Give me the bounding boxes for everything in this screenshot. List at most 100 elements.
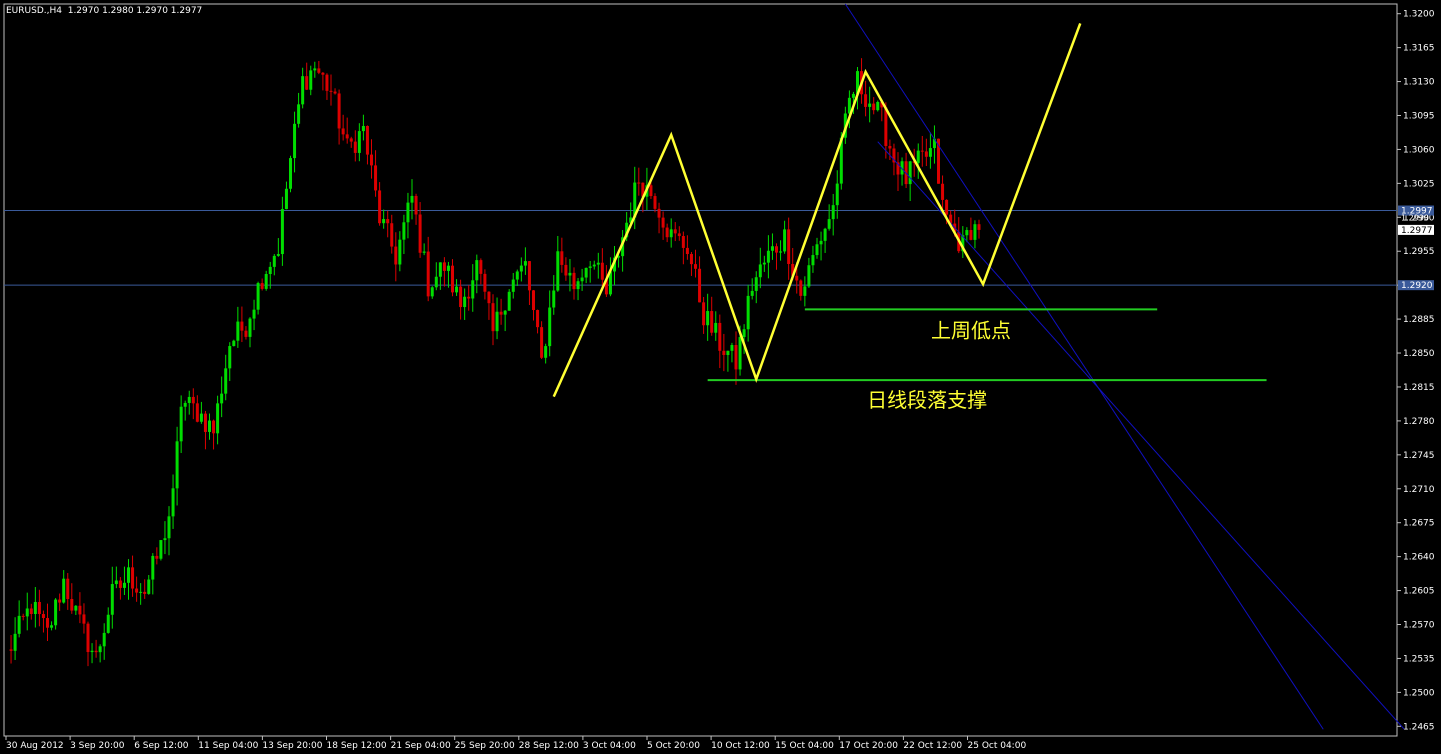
candle-body — [507, 291, 511, 311]
candle-body — [345, 134, 349, 139]
candle-body — [139, 591, 143, 593]
y-tick-label: 1.2605 — [1403, 587, 1435, 597]
candle-body — [928, 148, 932, 157]
x-tick-label: 25 Oct 04:00 — [968, 741, 1027, 751]
level-price-label: 1.2920 — [1401, 281, 1433, 291]
candle-body — [442, 262, 446, 271]
candle-body — [244, 330, 248, 337]
candle-body — [46, 618, 49, 628]
candle-body — [661, 217, 665, 228]
x-tick-label: 21 Sep 04:00 — [391, 741, 451, 751]
candle-body — [208, 420, 211, 432]
candle-body — [317, 68, 321, 73]
candle-body — [519, 265, 523, 272]
y-tick-label: 1.2850 — [1403, 349, 1435, 359]
candle-body — [576, 281, 580, 290]
candle-body — [750, 290, 754, 296]
candle-body — [305, 76, 309, 90]
candle-body — [260, 283, 264, 289]
candle-body — [163, 538, 167, 541]
candle-body — [977, 224, 981, 230]
x-tick-label: 18 Sep 12:00 — [327, 741, 387, 751]
candle-body — [70, 599, 74, 611]
candle-body — [758, 264, 762, 278]
candle-body — [702, 302, 706, 326]
candle-body — [738, 337, 742, 370]
candle-body — [491, 303, 495, 332]
candle-body — [552, 290, 556, 308]
candle-body — [941, 183, 945, 200]
candle-body — [560, 251, 564, 265]
candle-body — [864, 94, 868, 107]
candle-body — [58, 599, 62, 603]
candle-body — [835, 183, 839, 206]
candle-body — [365, 125, 369, 155]
candle-body — [106, 614, 110, 633]
candle-body — [540, 327, 544, 358]
candle-body — [131, 567, 135, 589]
y-tick-label: 1.2885 — [1403, 315, 1435, 325]
candle-body — [669, 229, 673, 238]
candle-body — [179, 406, 183, 442]
candle-body — [41, 614, 45, 619]
x-tick-label: 5 Oct 20:00 — [647, 741, 700, 751]
candle-body — [402, 222, 406, 240]
candle-body — [155, 555, 159, 559]
candle-body — [572, 272, 576, 290]
candle-body — [122, 582, 126, 588]
candle-body — [268, 266, 272, 275]
candle-body — [657, 208, 661, 218]
candle-body — [199, 413, 203, 422]
candle-body — [523, 261, 527, 266]
x-tick-label: 11 Sep 04:00 — [198, 741, 258, 751]
candle-body — [341, 128, 345, 135]
candle-body — [256, 283, 260, 310]
x-tick-label: 13 Sep 20:00 — [262, 741, 322, 751]
candle-body — [568, 272, 572, 276]
y-tick-label: 1.2570 — [1403, 621, 1435, 631]
y-tick-label: 1.2710 — [1403, 485, 1435, 495]
candle-body — [438, 262, 442, 277]
candle-body — [29, 608, 33, 614]
candle-body — [187, 396, 191, 403]
candle-body — [463, 296, 467, 308]
y-tick-label: 1.2500 — [1403, 688, 1435, 698]
x-tick-label: 6 Sep 12:00 — [134, 741, 189, 751]
candle-body — [580, 277, 584, 282]
candle-body — [689, 254, 693, 265]
candle-body — [803, 286, 807, 296]
y-tick-label: 1.2745 — [1403, 451, 1435, 461]
candle-body — [584, 267, 588, 278]
candle-body — [924, 151, 928, 157]
candle-body — [746, 295, 750, 330]
candle-body — [459, 286, 463, 308]
candle-body — [171, 488, 175, 517]
candle-body — [851, 93, 855, 98]
secondary-price-label: 1.2990 — [1401, 213, 1429, 222]
y-tick-label: 1.3200 — [1403, 10, 1435, 20]
candle-body — [127, 567, 130, 583]
candle-body — [754, 277, 758, 291]
candle-body — [167, 516, 171, 539]
candle-body — [770, 246, 774, 251]
candle-body — [78, 605, 82, 615]
candle-body — [694, 264, 697, 269]
candle-body — [487, 291, 491, 304]
candle-body — [195, 403, 199, 422]
candle-body — [884, 107, 888, 146]
candle-body — [532, 290, 535, 311]
candle-body — [888, 145, 892, 149]
x-tick-label: 28 Sep 12:00 — [519, 741, 579, 751]
candle-body — [471, 280, 475, 299]
candle-body — [718, 322, 722, 351]
x-tick-label: 30 Aug 2012 — [6, 741, 64, 751]
candle-body — [293, 123, 297, 159]
price-chart[interactable]: 上周低点日线段落支撑 1.3200 1.3165 1.3130 1.3095 1.3060… — [0, 0, 1441, 754]
candle-body — [321, 72, 325, 75]
candle-body — [248, 318, 252, 337]
candle-body — [527, 261, 531, 291]
candle-body — [110, 584, 114, 615]
candle-body — [799, 280, 803, 296]
y-tick-label: 1.2535 — [1403, 654, 1435, 664]
candle-body — [422, 251, 426, 253]
